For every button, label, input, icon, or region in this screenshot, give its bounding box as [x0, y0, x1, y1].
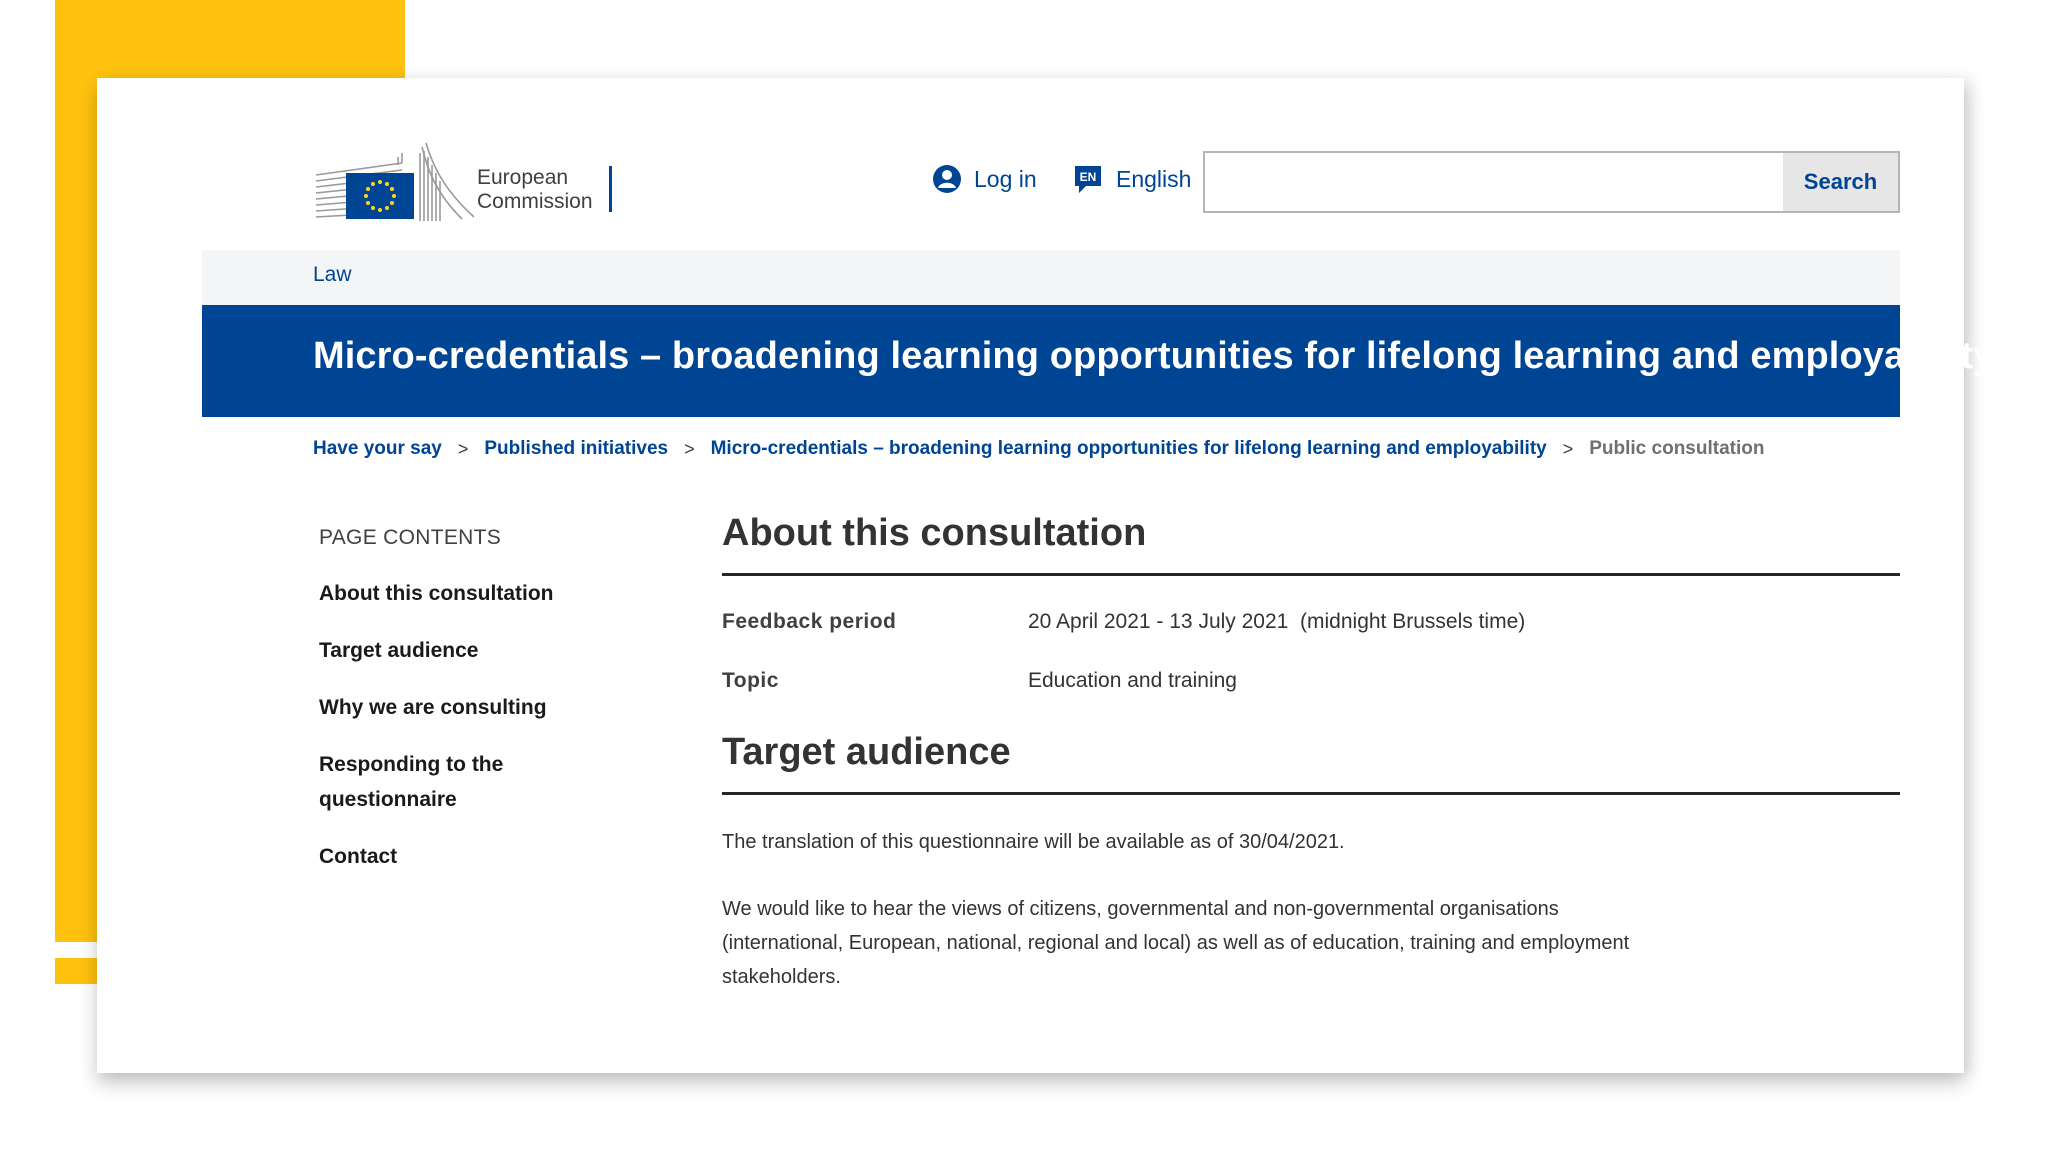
language-label: English: [1116, 165, 1192, 192]
sidebar-item-why-consulting[interactable]: Why we are consulting: [319, 690, 609, 725]
page-contents-heading: PAGE CONTENTS: [319, 526, 502, 549]
search-button[interactable]: Search: [1783, 153, 1898, 211]
sidebar-item-responding[interactable]: Responding to the questionnaire: [319, 747, 609, 817]
logo-divider: [609, 166, 612, 212]
consultation-details: Feedback period 20 April 2021 - 13 July …: [722, 606, 1900, 697]
breadcrumb-link-initiative[interactable]: Micro-credentials – broadening learning …: [711, 438, 1547, 460]
login-label: Log in: [974, 165, 1037, 192]
speech-bubble-icon: EN: [1075, 166, 1101, 193]
european-commission-logo[interactable]: European Commission: [314, 133, 634, 223]
detail-row-feedback-period: Feedback period 20 April 2021 - 13 July …: [722, 606, 1900, 638]
sidebar-item-target-audience[interactable]: Target audience: [319, 633, 609, 668]
detail-label: Topic: [722, 669, 779, 692]
decorative-yellow-band-top: [55, 0, 405, 80]
about-heading: About this consultation: [722, 512, 1900, 576]
page-card: European Commission Log in EN English Se…: [97, 78, 1994, 1073]
search-input[interactable]: [1205, 153, 1783, 211]
decorative-yellow-band-bottom: [55, 958, 97, 984]
sidebar-item-about[interactable]: About this consultation: [319, 576, 609, 611]
language-badge: EN: [1080, 170, 1097, 184]
site-name-bar: Law: [202, 250, 1900, 305]
language-selector[interactable]: EN English: [1072, 164, 1191, 194]
breadcrumb-link-have-your-say[interactable]: Have your say: [313, 438, 442, 460]
decorative-yellow-band-side: [55, 0, 97, 942]
sidebar-item-contact[interactable]: Contact: [319, 839, 609, 874]
detail-label: Feedback period: [722, 610, 897, 633]
logo-text: European Commission: [477, 166, 617, 214]
page-title: Micro-credentials – broadening learning …: [313, 335, 1995, 377]
user-icon: [933, 165, 961, 193]
chevron-right-icon: >: [684, 438, 695, 459]
translation-note: The translation of this questionnaire wi…: [722, 831, 1345, 853]
detail-value: 20 April 2021 - 13 July 2021 (midnight B…: [1028, 610, 1526, 633]
login-link[interactable]: Log in: [932, 164, 1037, 194]
breadcrumb-current: Public consultation: [1589, 438, 1765, 459]
site-name-link[interactable]: Law: [313, 263, 352, 287]
breadcrumb: Have your say > Published initiatives > …: [313, 438, 1764, 460]
logo-line-2: Commission: [477, 190, 593, 213]
target-audience-heading: Target audience: [722, 731, 1900, 795]
page-contents-sidebar: PAGE CONTENTS About this consultation Ta…: [319, 526, 619, 896]
page-header-banner: Micro-credentials – broadening learning …: [202, 305, 1994, 417]
chevron-right-icon: >: [1562, 438, 1574, 459]
audience-description: We would like to hear the views of citiz…: [722, 898, 1630, 988]
detail-value: Education and training: [1028, 669, 1237, 692]
detail-row-topic: Topic Education and training: [722, 665, 1900, 697]
eu-flag-icon: [315, 142, 474, 221]
logo-line-1: European: [477, 166, 569, 189]
search-box: Search: [1203, 151, 1900, 213]
breadcrumb-link-published-initiatives[interactable]: Published initiatives: [484, 438, 668, 460]
main-content: About this consultation Feedback period …: [722, 512, 1900, 994]
chevron-right-icon: >: [457, 438, 469, 459]
